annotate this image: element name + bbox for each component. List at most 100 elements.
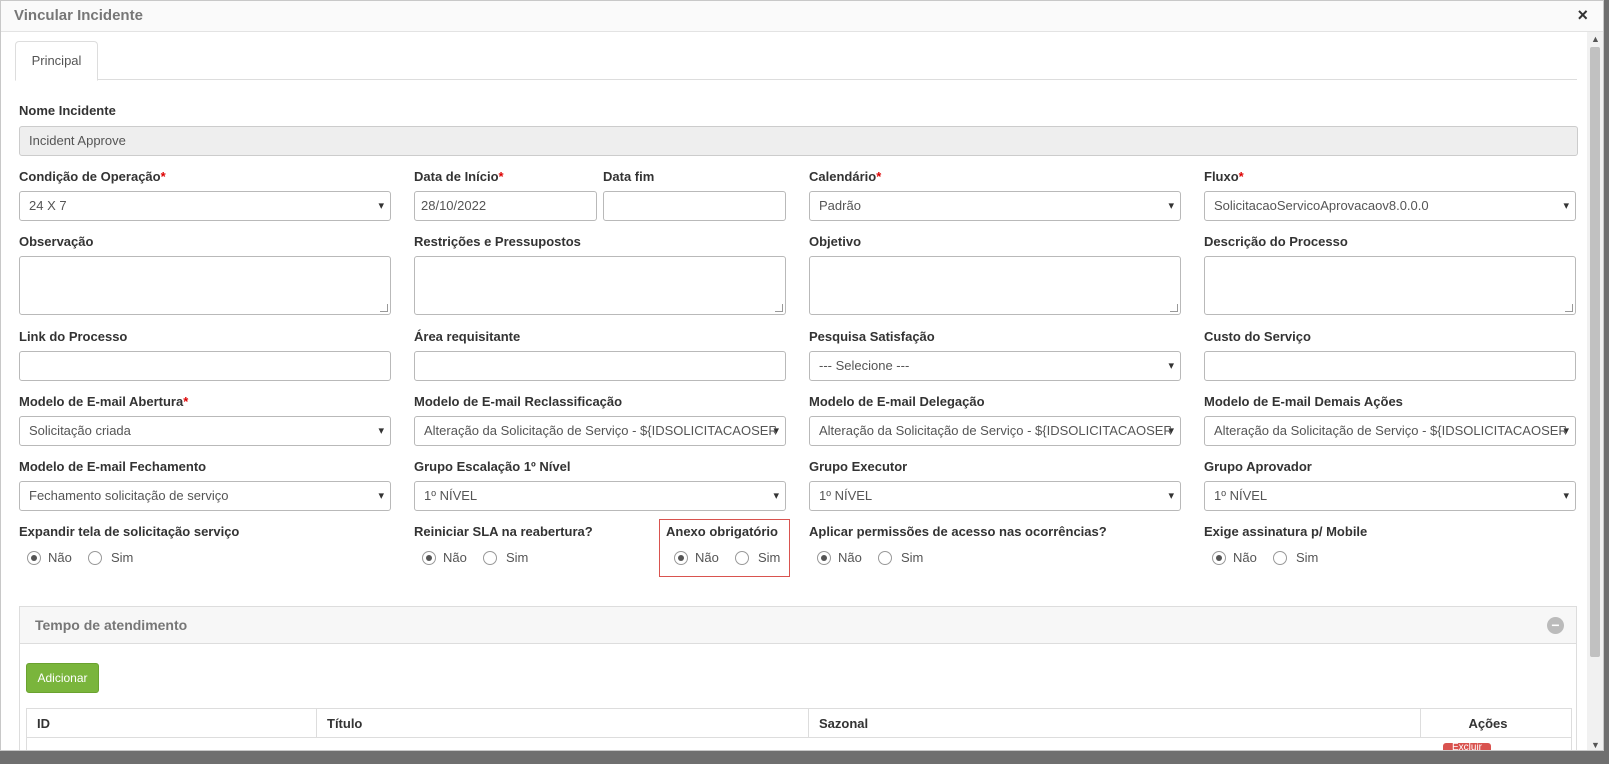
scroll-down-icon[interactable]: ▼ [1591,740,1600,750]
pesquisa-satisfacao-label: Pesquisa Satisfação [809,329,935,344]
link-processo-label: Link do Processo [19,329,128,344]
table-header: ID Título Sazonal Ações [27,709,1571,738]
expandir-sim-radio[interactable] [88,551,102,565]
scroll-up-icon[interactable]: ▲ [1591,34,1600,44]
chevron-down-icon: ▾ [1563,200,1569,212]
nome-incidente-label: Nome Incidente [19,103,116,118]
chevron-down-icon: ▾ [1168,360,1174,372]
expandir-radio-group: Não Sim [27,548,147,568]
area-requisitante-label: Área requisitante [414,329,521,344]
radio-label-nao: Não [443,550,467,565]
delete-button[interactable]: Excluir [1443,743,1491,750]
descricao-label: Descrição do Processo [1204,234,1348,249]
data-fim-input[interactable] [603,191,786,221]
radio-label-sim: Sim [901,550,924,565]
email-demais-acoes-label: Modelo de E-mail Demais Ações [1204,394,1403,409]
grupo-aprovador-select[interactable]: 1º NÍVEL ▾ [1204,481,1576,511]
restricoes-textarea[interactable] [414,256,786,315]
chevron-down-icon: ▾ [1168,200,1174,212]
chevron-down-icon: ▾ [378,425,384,437]
radio-label-sim: Sim [111,550,134,565]
calendario-select[interactable]: Padrão ▾ [809,191,1181,221]
col-acoes: Ações [1468,716,1508,731]
reiniciar-sla-label: Reiniciar SLA na reabertura? [414,524,593,539]
anexo-nao-radio[interactable] [674,551,688,565]
nome-incidente-input[interactable]: Incident Approve [19,126,1578,156]
modal-header: Vincular Incidente × [1,1,1603,32]
radio-label-nao: Não [48,550,72,565]
objetivo-textarea[interactable] [809,256,1181,315]
expandir-nao-radio[interactable] [27,551,41,565]
collapse-icon[interactable]: − [1547,617,1564,634]
email-delegacao-label: Modelo de E-mail Delegação [809,394,985,409]
col-sazonal: Sazonal [809,709,1421,738]
expandir-label: Expandir tela de solicitação serviço [19,524,240,539]
close-icon[interactable]: × [1577,5,1588,26]
panel-title: Tempo de atendimento [35,617,188,633]
panel-header: Tempo de atendimento − [20,607,1576,644]
restricoes-label: Restrições e Pressupostos [414,234,581,249]
area-requisitante-input[interactable] [414,351,786,381]
grupo-executor-select[interactable]: 1º NÍVEL ▾ [809,481,1181,511]
radio-label-sim: Sim [506,550,529,565]
permissoes-radio-group: Não Sim [817,548,937,568]
reiniciar-nao-radio[interactable] [422,551,436,565]
email-reclassificacao-label: Modelo de E-mail Reclassificação [414,394,623,409]
grupo-executor-label: Grupo Executor [809,459,908,474]
tempo-table: ID Título Sazonal Ações Excluir [26,708,1572,750]
radio-label-nao: Não [838,550,862,565]
modal-dialog: Vincular Incidente × ▲ ▼ Principal Nome … [0,0,1604,751]
pesquisa-satisfacao-select[interactable]: --- Selecione --- ▾ [809,351,1181,381]
email-reclassificacao-select[interactable]: Alteração da Solicitação de Serviço - ${… [414,416,786,446]
condicao-select[interactable]: 24 X 7 ▾ [19,191,391,221]
reiniciar-sim-radio[interactable] [483,551,497,565]
email-fechamento-select[interactable]: Fechamento solicitação de serviço ▾ [19,481,391,511]
anexo-sim-radio[interactable] [735,551,749,565]
chevron-down-icon: ▾ [1168,425,1174,437]
custo-servico-input[interactable] [1204,351,1576,381]
chevron-down-icon: ▾ [378,200,384,212]
col-titulo: Título [317,709,809,738]
tempo-atendimento-panel: Tempo de atendimento − Adicionar ID Títu… [19,606,1577,750]
grupo-escalacao-select[interactable]: 1º NÍVEL ▾ [414,481,786,511]
scrollbar[interactable]: ▲ ▼ [1587,32,1603,750]
email-abertura-select[interactable]: Solicitação criada ▾ [19,416,391,446]
chevron-down-icon: ▾ [773,425,779,437]
fluxo-label: Fluxo* [1204,169,1244,184]
observacao-textarea[interactable] [19,256,391,315]
chevron-down-icon: ▾ [1168,490,1174,502]
data-inicio-input[interactable]: 28/10/2022 [414,191,597,221]
anexo-obrigatorio-label: Anexo obrigatório [666,524,778,539]
chevron-down-icon: ▾ [378,490,384,502]
fluxo-select[interactable]: SolicitacaoServicoAprovacaov8.0.0.0 ▾ [1204,191,1576,221]
data-inicio-label: Data de Início* [414,169,504,184]
permissoes-sim-radio[interactable] [878,551,892,565]
objetivo-label: Objetivo [809,234,862,249]
descricao-textarea[interactable] [1204,256,1576,315]
scroll-thumb[interactable] [1590,47,1600,657]
assinatura-nao-radio[interactable] [1212,551,1226,565]
tab-bar: Principal [15,41,1577,81]
email-abertura-label: Modelo de E-mail Abertura* [19,394,189,409]
assinatura-mobile-label: Exige assinatura p/ Mobile [1204,524,1368,539]
data-fim-label: Data fim [603,169,655,184]
link-processo-input[interactable] [19,351,391,381]
custo-servico-label: Custo do Serviço [1204,329,1311,344]
email-demais-acoes-select[interactable]: Alteração da Solicitação de Serviço - ${… [1204,416,1576,446]
add-button[interactable]: Adicionar [26,663,99,693]
email-delegacao-select[interactable]: Alteração da Solicitação de Serviço - ${… [809,416,1181,446]
calendario-label: Calendário* [809,169,882,184]
chevron-down-icon: ▾ [773,490,779,502]
col-id: ID [27,709,317,738]
radio-label-sim: Sim [758,550,781,565]
reiniciar-sla-radio-group: Não Sim [422,548,542,568]
permissoes-nao-radio[interactable] [817,551,831,565]
permissoes-label: Aplicar permissões de acesso nas ocorrên… [809,524,1107,539]
grupo-escalacao-label: Grupo Escalação 1º Nível [414,459,571,474]
radio-label-sim: Sim [1296,550,1319,565]
tab-principal[interactable]: Principal [15,41,98,81]
observacao-label: Observação [19,234,94,249]
email-fechamento-label: Modelo de E-mail Fechamento [19,459,207,474]
assinatura-sim-radio[interactable] [1273,551,1287,565]
radio-label-nao: Não [1233,550,1257,565]
